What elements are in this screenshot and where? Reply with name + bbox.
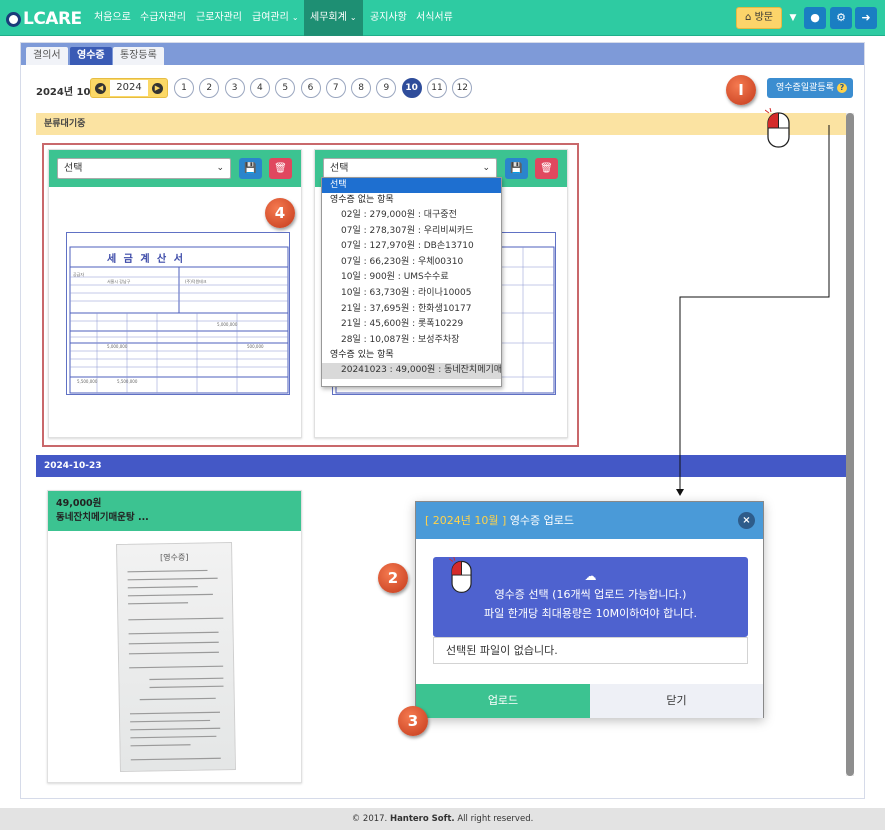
footer-brand: Hantero Soft. [389,814,455,824]
file-select-dropzone[interactable]: ☁ 영수증 선택 (16개씩 업로드 가능합니다.) 파일 한개당 최대용량은 … [433,557,748,637]
close-icon[interactable]: × [738,512,755,529]
modal-title: 영수증 업로드 [509,514,575,527]
selected-files-status: 선택된 파일이 없습니다. [433,637,748,664]
receipt-upload-modal: [ 2024년 10월 ] 영수증 업로드 × ☁ 영수증 선택 (16개씩 업… [415,501,764,718]
modal-close-button[interactable]: 닫기 [590,684,763,718]
upload-instruction-2: 파일 한개당 최대용량은 10M이하여야 합니다. [483,607,697,620]
mouse-click-icon [449,557,472,593]
upload-button[interactable]: 업로드 [416,684,590,718]
mouse-click-icon [765,108,790,148]
cloud-upload-icon: ☁ [584,569,597,583]
step-badge-2: 2 [378,563,408,593]
step-badge-3: 3 [398,706,428,736]
upload-instruction-1: 영수증 선택 (16개씩 업로드 가능합니다.) [494,588,687,601]
modal-period: [ 2024년 10월 ] [425,514,507,527]
footer: © 2017. Hantero Soft. All right reserved… [0,808,885,830]
modal-header: [ 2024년 10월 ] 영수증 업로드 [416,502,763,539]
